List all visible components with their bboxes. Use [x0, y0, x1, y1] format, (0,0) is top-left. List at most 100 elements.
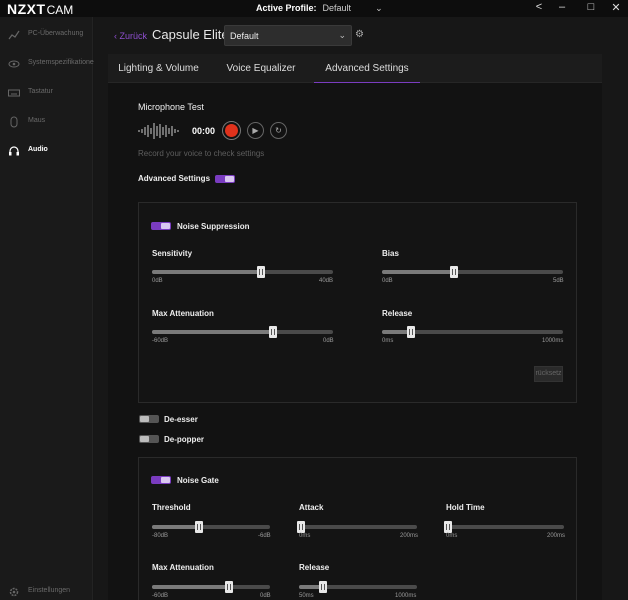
preset-value: Default [230, 31, 259, 41]
nzxt-cam-logo: NZXTCAM [7, 1, 73, 17]
noise-gate-label: Noise Gate [177, 476, 219, 485]
sidebar-item-system-specs[interactable]: Systemspezifikationen [0, 55, 98, 75]
slider-thumb[interactable] [406, 326, 415, 338]
sidebar-item-label: Einstellungen [28, 587, 71, 594]
sidebar-item-audio[interactable]: Audio [0, 142, 93, 162]
noise-gate-panel: Noise Gate Threshold -80dB -6dB Attack 0… [138, 457, 577, 600]
chart-icon [8, 30, 20, 40]
threshold-slider[interactable] [152, 521, 270, 533]
device-title: Capsule Elite [152, 27, 229, 42]
sidebar-item-label: PC-Überwachung [28, 30, 84, 37]
slider-label: Sensitivity [152, 249, 193, 258]
slider-thumb[interactable] [450, 266, 459, 278]
preset-dropdown[interactable]: Default ⌄ [224, 25, 352, 46]
tab-lighting-volume[interactable]: Lighting & Volume [108, 54, 209, 83]
minimize-button[interactable]: – [555, 1, 569, 13]
active-profile-value: Default [322, 3, 352, 13]
slider-min: 0dB [152, 278, 163, 284]
slider-thumb[interactable] [269, 326, 278, 338]
slider-thumb[interactable] [444, 521, 453, 533]
back-label: Zurück [119, 31, 148, 41]
bias-slider[interactable] [382, 266, 563, 278]
tab-voice-equalizer[interactable]: Voice Equalizer [209, 54, 313, 83]
slider-label: Release [299, 563, 330, 572]
slider-fill [152, 330, 274, 334]
slider-min: 0dB [382, 278, 393, 284]
noise-suppression-panel: Noise Suppression Sensitivity 0dB 40dB B… [138, 202, 577, 403]
slider-thumb[interactable] [195, 521, 204, 533]
de-popper-toggle[interactable] [139, 435, 159, 443]
mic-test-hint: Record your voice to check settings [138, 149, 265, 158]
slider-max: 200ms [400, 533, 419, 539]
close-button[interactable]: ✕ [609, 1, 623, 14]
replay-button[interactable]: ↻ [270, 122, 287, 139]
headset-icon [9, 146, 19, 156]
slider-min: 50ms [299, 593, 314, 599]
slider-min: 0ms [299, 533, 311, 539]
slider-thumb[interactable] [256, 266, 265, 278]
advanced-settings-label: Advanced Settings [138, 174, 211, 183]
slider-min: 0ms [382, 338, 394, 344]
slider-max: 40dB [319, 278, 334, 284]
tab-bar: Lighting & Volume Voice Equalizer Advanc… [108, 54, 602, 84]
active-profile-selector[interactable]: Active Profile: Default ⌄ [256, 3, 383, 14]
maximize-button[interactable]: □ [584, 1, 598, 13]
slider-max: 1000ms [395, 593, 417, 599]
slider-fill [152, 585, 229, 589]
max-attenuation-slider[interactable] [152, 326, 333, 338]
hold-time-slider[interactable] [444, 521, 564, 533]
slider-thumb[interactable] [297, 521, 306, 533]
slider-fill [382, 270, 455, 274]
advanced-settings-toggle[interactable] [215, 175, 235, 183]
gate-max-attenuation-slider[interactable] [152, 581, 270, 593]
play-button[interactable]: ▶ [247, 122, 264, 139]
slider-label: Hold Time [446, 503, 485, 512]
de-esser-label: De-esser [164, 415, 198, 424]
back-link[interactable]: ‹ Zurück [114, 31, 147, 41]
noise-suppression-toggle[interactable] [151, 222, 171, 230]
sensitivity-slider[interactable] [152, 266, 333, 278]
slider-max: 200ms [547, 533, 566, 539]
sidebar-item-mouse[interactable]: Maus [0, 113, 93, 133]
refresh-icon: ↻ [275, 126, 282, 135]
slider-max: 0dB [260, 593, 271, 599]
slider-fill [152, 525, 200, 529]
de-esser-toggle[interactable] [139, 415, 159, 423]
slider-max: 0dB [323, 338, 334, 344]
sidebar-item-label: Tastatur [28, 88, 53, 95]
product-text: CAM [46, 3, 74, 17]
slider-min: 0ms [446, 533, 458, 539]
record-button[interactable] [222, 121, 241, 140]
preset-settings-icon[interactable]: ⚙ [355, 29, 364, 40]
slider-max: 1000ms [542, 338, 564, 344]
reset-button[interactable]: rücksetz [534, 366, 563, 382]
sidebar-item-settings[interactable]: Einstellungen [0, 583, 93, 600]
sidebar-item-label: Maus [28, 117, 46, 124]
sidebar: PC-Überwachung Systemspezifikationen Tas… [0, 17, 98, 600]
de-popper-label: De-popper [164, 435, 204, 444]
slider-min: -60dB [152, 593, 169, 599]
release-slider[interactable] [382, 326, 563, 338]
sidebar-item-keyboard[interactable]: Tastatur [0, 84, 93, 104]
waveform-icon [138, 123, 179, 139]
slider-thumb[interactable] [224, 581, 233, 593]
slider-label: Attack [299, 503, 324, 512]
sidebar-item-label: Systemspezifikationen [28, 59, 98, 66]
gear-icon [9, 587, 19, 597]
tab-advanced-settings[interactable]: Advanced Settings [314, 54, 420, 84]
chevron-down-icon: ⌄ [375, 3, 383, 13]
record-timer: 00:00 [192, 126, 216, 136]
slider-thumb[interactable] [318, 581, 327, 593]
attack-slider[interactable] [297, 521, 417, 533]
eye-icon [8, 60, 20, 68]
active-profile-label: Active Profile: [256, 3, 317, 13]
window-back-button[interactable]: < [532, 1, 546, 13]
slider-label: Max Attenuation [152, 563, 214, 572]
sidebar-item-pc-monitoring[interactable]: PC-Überwachung [0, 26, 93, 46]
noise-suppression-label: Noise Suppression [177, 222, 250, 231]
mic-test-title: Microphone Test [138, 102, 204, 112]
noise-gate-toggle[interactable] [151, 476, 171, 484]
brand-text: NZXT [7, 1, 46, 17]
gate-release-slider[interactable] [299, 581, 417, 593]
title-bar: NZXTCAM Active Profile: Default ⌄ < – □ ✕ [0, 0, 628, 17]
